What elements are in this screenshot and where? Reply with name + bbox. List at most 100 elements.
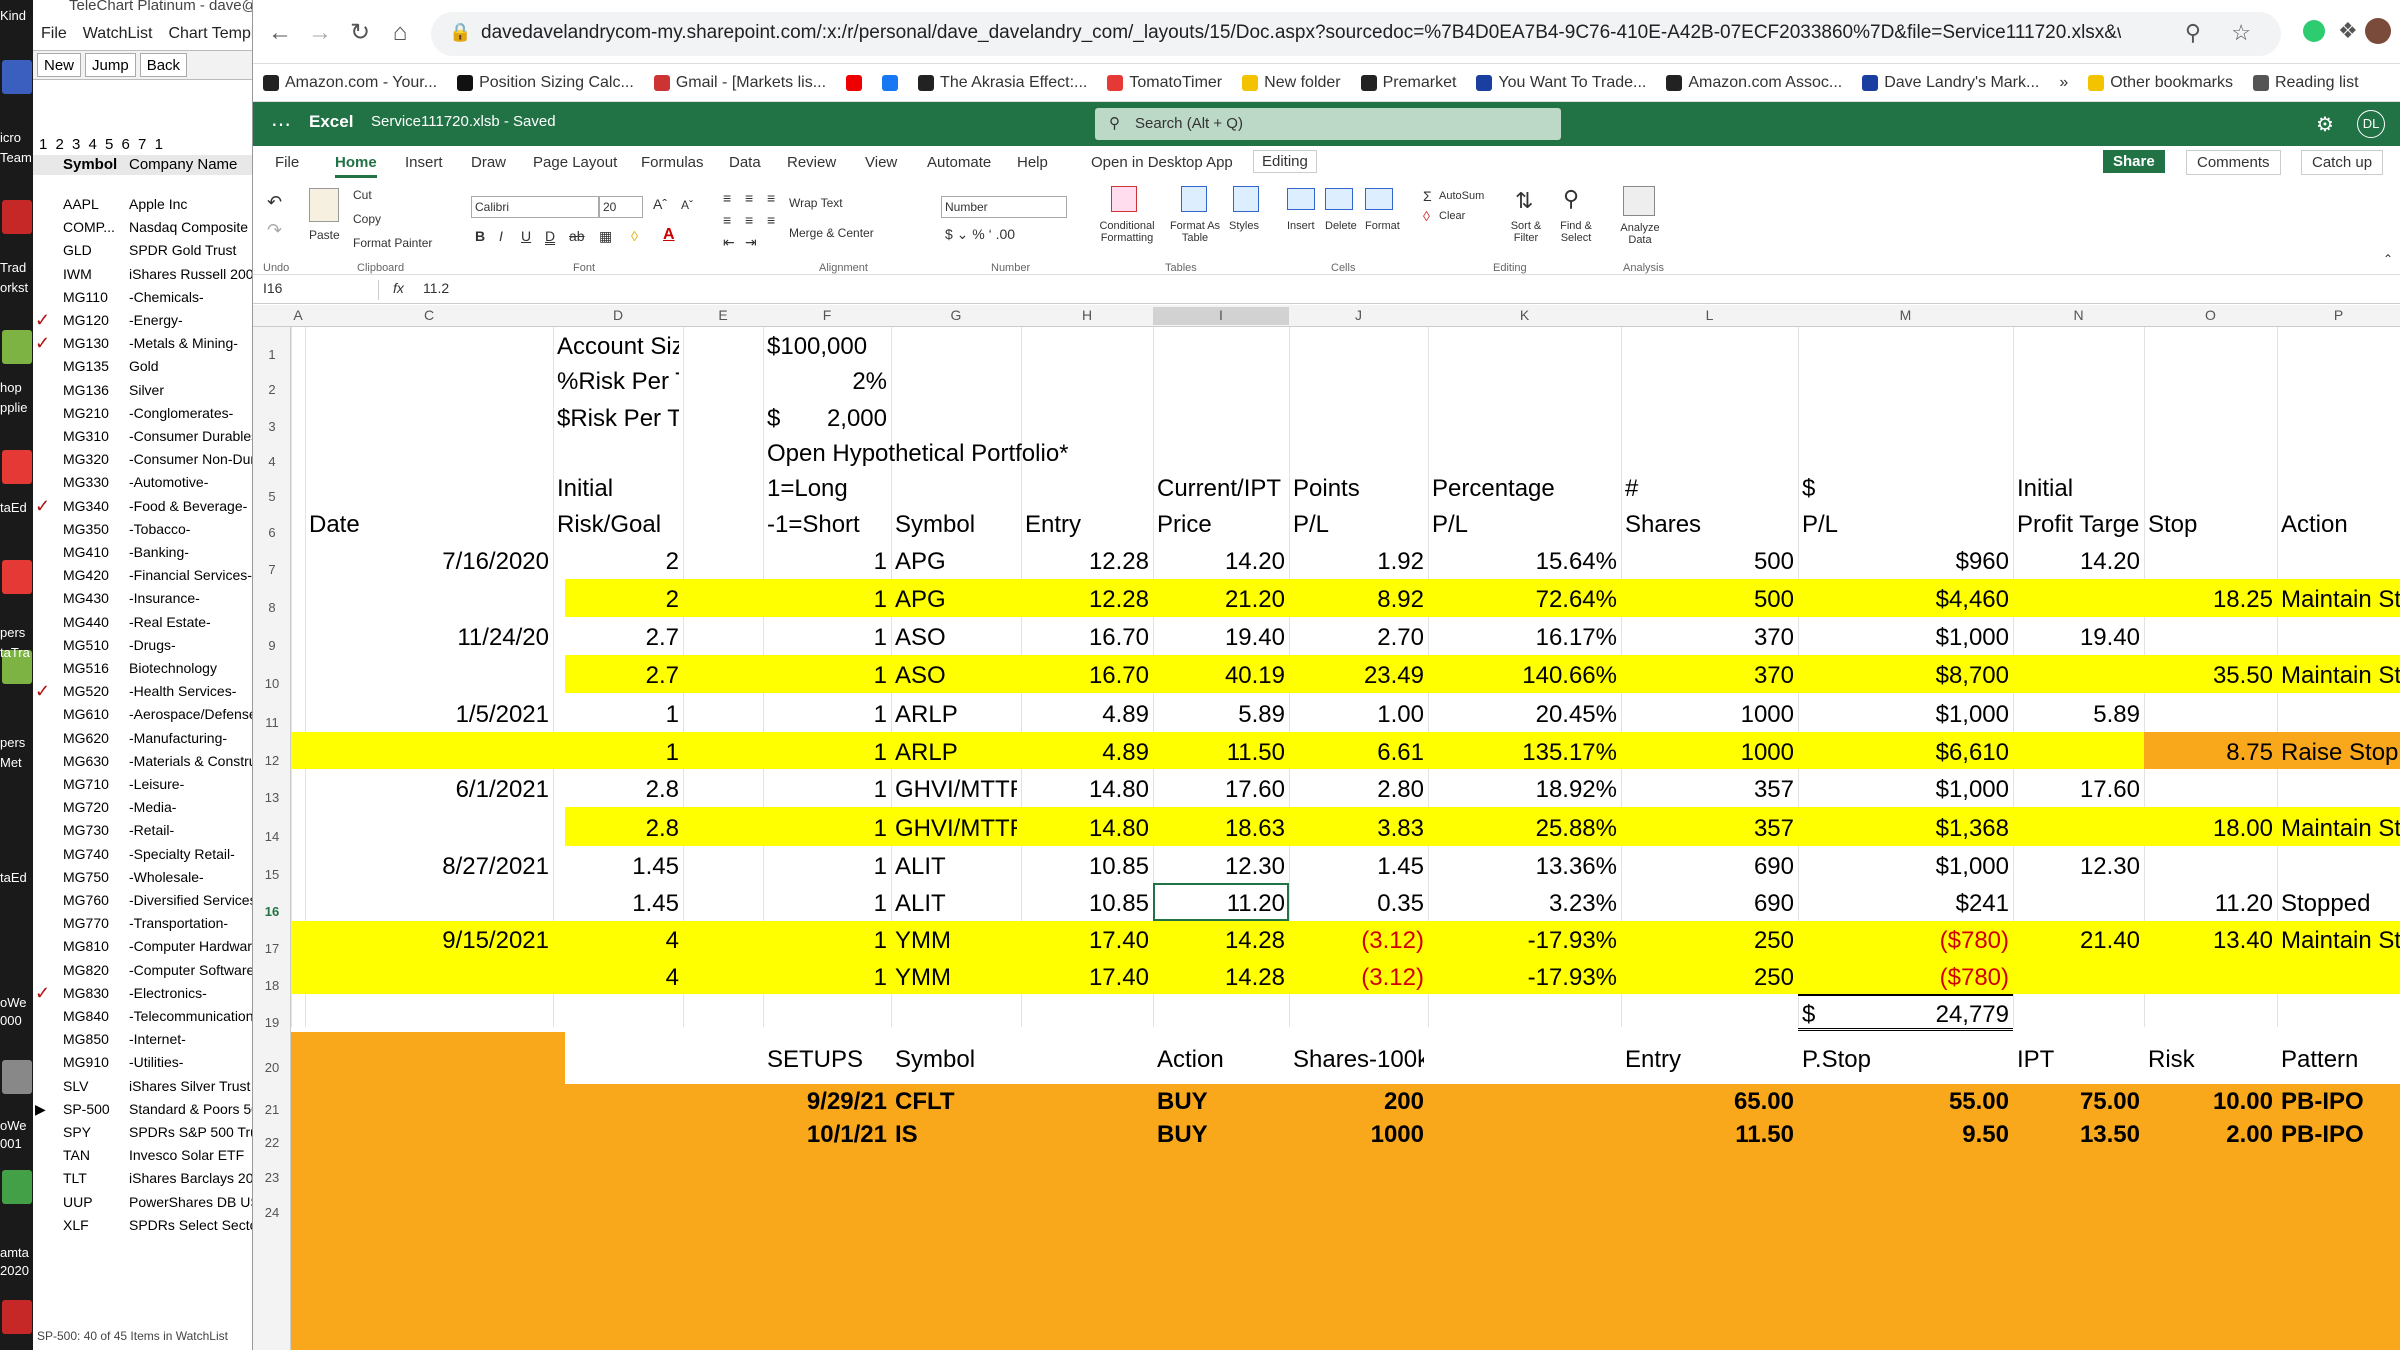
watchlist-row[interactable]: MG110 -Chemicals- bbox=[33, 287, 252, 308]
watchlist-row[interactable]: COMP... Nasdaq Composite In bbox=[33, 217, 252, 238]
font-size-select[interactable]: 20 bbox=[599, 196, 643, 218]
bold-icon[interactable]: B bbox=[475, 228, 485, 244]
bookmark-item[interactable]: Dave Landry's Mark... bbox=[1852, 74, 2049, 92]
row-header[interactable]: 3 bbox=[253, 419, 291, 434]
borders-icon[interactable]: ▦ bbox=[599, 228, 612, 245]
profile-avatar[interactable] bbox=[2365, 18, 2391, 44]
watchlist-row[interactable]: TLT iShares Barclays 20+ bbox=[33, 1168, 252, 1189]
app-icon-red-2[interactable] bbox=[2, 450, 32, 484]
watchlist-row[interactable]: ✓ MG130 -Metals & Mining- bbox=[33, 333, 252, 354]
watchlist-row[interactable]: MG720 -Media- bbox=[33, 797, 252, 818]
tab-help[interactable]: Help bbox=[1017, 154, 1048, 171]
watchlist-row[interactable]: MG420 -Financial Services- bbox=[33, 565, 252, 586]
watchlist-row[interactable]: MG610 -Aerospace/Defense bbox=[33, 704, 252, 725]
watchlist-row[interactable]: MG310 -Consumer Durables- bbox=[33, 426, 252, 447]
autosum-button[interactable]: AutoSum bbox=[1439, 190, 1484, 202]
column-header-m[interactable]: M bbox=[1798, 307, 2013, 323]
watchlist-row[interactable]: ✓ MG340 -Food & Beverage- bbox=[33, 496, 252, 517]
column-header-o[interactable]: O bbox=[2144, 307, 2277, 323]
watchlist-row[interactable]: IWM iShares Russell 2000 bbox=[33, 264, 252, 285]
bookmark-item[interactable]: Position Sizing Calc... bbox=[447, 74, 644, 92]
watchlist-row[interactable]: MG136 Silver bbox=[33, 380, 252, 401]
strikethrough-icon[interactable]: ab bbox=[569, 228, 585, 244]
url-text[interactable]: davedavelandrycom-my.sharepoint.com/:x:/… bbox=[481, 22, 2121, 44]
row-header[interactable]: 12 bbox=[253, 753, 291, 768]
styles-button[interactable]: Styles bbox=[1229, 220, 1259, 232]
watchlist-row[interactable]: MG740 -Specialty Retail- bbox=[33, 844, 252, 865]
reload-icon[interactable]: ↻ bbox=[345, 18, 375, 48]
watchlist-row[interactable]: MG320 -Consumer Non-Dura bbox=[33, 449, 252, 470]
row-header[interactable]: 20 bbox=[253, 1060, 291, 1075]
watchlist-row[interactable]: MG135 Gold bbox=[33, 356, 252, 377]
back-button[interactable]: Back bbox=[139, 53, 188, 77]
row-header[interactable]: 11 bbox=[253, 715, 291, 730]
bookmark-item[interactable]: Gmail - [Markets lis... bbox=[644, 74, 836, 92]
tab-formulas[interactable]: Formulas bbox=[641, 154, 704, 171]
column-header-e[interactable]: E bbox=[683, 307, 763, 323]
watchlist-row[interactable]: MG620 -Manufacturing- bbox=[33, 728, 252, 749]
watchlist-row[interactable]: MG210 -Conglomerates- bbox=[33, 403, 252, 424]
increase-indent-icon[interactable]: ⇥ bbox=[745, 234, 757, 251]
puzzle-icon[interactable]: ❖ bbox=[2338, 18, 2358, 44]
column-header-k[interactable]: K bbox=[1428, 307, 1621, 323]
watchlist-row[interactable]: MG440 -Real Estate- bbox=[33, 612, 252, 633]
grow-font-icon[interactable]: Aˆ bbox=[653, 196, 667, 212]
tab-home[interactable]: Home bbox=[335, 154, 377, 178]
tab-review[interactable]: Review bbox=[787, 154, 836, 171]
tab-editing[interactable]: Editing bbox=[1253, 150, 1317, 173]
delete-button[interactable]: Delete bbox=[1325, 220, 1357, 232]
new-button[interactable]: New bbox=[37, 53, 82, 77]
cut-button[interactable]: Cut bbox=[353, 188, 372, 202]
watchlist-row[interactable]: MG730 -Retail- bbox=[33, 820, 252, 841]
number-format-select[interactable]: Number bbox=[941, 196, 1067, 218]
align-right-icon[interactable]: ≡ bbox=[767, 212, 775, 228]
menu-watchlist[interactable]: WatchList bbox=[83, 22, 153, 48]
merge-center-button[interactable]: Merge & Center bbox=[789, 226, 874, 240]
row-header[interactable]: 18 bbox=[253, 978, 291, 993]
watchlist-row[interactable]: ▶ SP-500 Standard & Poors 50 bbox=[33, 1098, 252, 1120]
bookmark-item[interactable]: Other bookmarks bbox=[2078, 74, 2243, 92]
share-button[interactable]: Share bbox=[2103, 150, 2165, 173]
watchlist-row[interactable]: SLV iShares Silver Trust E bbox=[33, 1076, 252, 1097]
bookmark-item[interactable]: Reading list bbox=[2243, 74, 2369, 92]
search-box[interactable]: ⚲ Search (Alt + Q) bbox=[1095, 108, 1561, 140]
row-header[interactable]: 15 bbox=[253, 867, 291, 882]
font-color-icon[interactable]: A bbox=[663, 226, 675, 244]
user-photo-icon[interactable] bbox=[2, 1060, 32, 1094]
app-launcher-icon[interactable]: ⋯ bbox=[271, 112, 291, 137]
row-header[interactable]: 16 bbox=[253, 904, 291, 919]
tab-open-in-desktop-app[interactable]: Open in Desktop App bbox=[1091, 154, 1233, 171]
currency-icon[interactable]: $ ⌄ % ‘ .00 bbox=[945, 226, 1015, 243]
app-icon-green[interactable] bbox=[2, 330, 32, 364]
watchlist-row[interactable]: MG820 -Computer Software bbox=[33, 960, 252, 981]
paste-button[interactable]: Paste bbox=[309, 228, 340, 242]
worksheet-grid[interactable]: Account Size$100,000%Risk Per Trade2%$Ri… bbox=[291, 327, 2400, 1350]
paste-icon[interactable] bbox=[309, 188, 339, 222]
app-icon-green-3[interactable] bbox=[2, 1170, 32, 1204]
column-header-c[interactable]: C bbox=[305, 307, 553, 323]
back-arrow-icon[interactable]: ← bbox=[265, 18, 295, 48]
watchlist-row[interactable]: MG710 -Leisure- bbox=[33, 774, 252, 795]
bookmark-item[interactable]: Amazon.com - Your... bbox=[253, 74, 447, 92]
conditional-formatting-button[interactable]: Conditional Formatting bbox=[1095, 220, 1159, 244]
tab-insert[interactable]: Insert bbox=[405, 154, 443, 171]
watchlist-tabs[interactable]: 1 2 3 4 5 6 7 1 bbox=[33, 136, 252, 154]
format-button[interactable]: Format bbox=[1365, 220, 1400, 232]
bookmark-item[interactable]: The Akrasia Effect:... bbox=[908, 74, 1097, 92]
bookmark-item[interactable]: You Want To Trade... bbox=[1466, 74, 1656, 92]
row-header[interactable]: 13 bbox=[253, 790, 291, 805]
app-icon-red[interactable] bbox=[2, 200, 32, 234]
clear-button[interactable]: Clear bbox=[1439, 210, 1465, 222]
column-header-l[interactable]: L bbox=[1621, 307, 1798, 323]
double-underline-icon[interactable]: D bbox=[545, 228, 555, 244]
formula-input[interactable]: 11.2 bbox=[423, 280, 449, 296]
sort-filter-button[interactable]: Sort & Filter bbox=[1501, 220, 1551, 244]
watchlist-row[interactable]: ✓ MG120 -Energy- bbox=[33, 310, 252, 331]
row-header[interactable]: 2 bbox=[253, 382, 291, 397]
row-header[interactable]: 24 bbox=[253, 1205, 291, 1220]
user-avatar[interactable]: DL bbox=[2357, 110, 2385, 138]
undo-icon[interactable]: ↶ bbox=[267, 192, 282, 213]
row-header[interactable]: 7 bbox=[253, 562, 291, 577]
column-header-h[interactable]: H bbox=[1021, 307, 1153, 323]
tab-file[interactable]: File bbox=[275, 154, 299, 171]
